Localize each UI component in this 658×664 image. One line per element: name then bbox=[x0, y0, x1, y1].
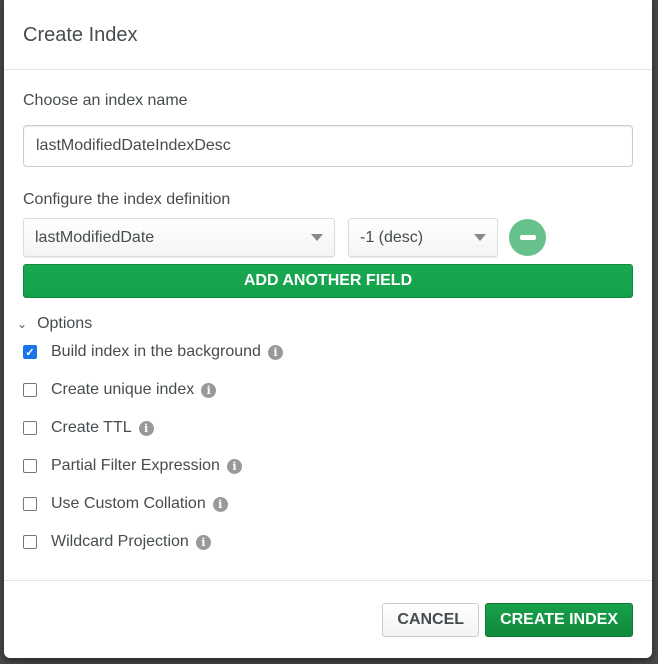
direction-value: -1 (desc) bbox=[360, 228, 424, 246]
info-icon[interactable]: i bbox=[138, 420, 154, 436]
info-icon[interactable]: i bbox=[195, 534, 211, 550]
option-label: Use Custom Collation bbox=[51, 495, 206, 512]
add-another-field-button[interactable]: ADD ANOTHER FIELD bbox=[23, 264, 633, 298]
dialog-title: Create Index bbox=[23, 24, 138, 46]
option-item: Create TTL i bbox=[23, 409, 633, 447]
option-label: Build index in the background bbox=[51, 343, 261, 360]
direction-select[interactable]: -1 (desc) bbox=[348, 218, 498, 257]
info-icon[interactable]: i bbox=[212, 496, 228, 512]
info-icon[interactable]: i bbox=[267, 344, 283, 360]
cancel-button[interactable]: CANCEL bbox=[382, 602, 480, 637]
index-name-input[interactable] bbox=[23, 125, 633, 167]
option-item: Create unique index i bbox=[23, 371, 633, 409]
option-checkbox[interactable] bbox=[23, 497, 37, 511]
option-item: Partial Filter Expression i bbox=[23, 447, 633, 485]
option-item: Use Custom Collation i bbox=[23, 485, 633, 523]
option-item: ✓ Build index in the background i bbox=[23, 333, 633, 371]
option-label: Create unique index bbox=[51, 381, 195, 398]
info-icon[interactable]: i bbox=[226, 458, 242, 474]
caret-down-icon bbox=[311, 234, 323, 241]
field-select[interactable]: lastModifiedDate bbox=[23, 218, 335, 257]
options-label: Options bbox=[37, 315, 93, 332]
remove-field-button[interactable] bbox=[509, 219, 546, 256]
minus-icon bbox=[519, 235, 536, 240]
option-item: Wildcard Projection i bbox=[23, 523, 633, 561]
field-value: lastModifiedDate bbox=[35, 228, 155, 246]
dialog-header: Create Index bbox=[4, 0, 652, 70]
index-name-label: Choose an index name bbox=[23, 92, 188, 109]
caret-down-icon bbox=[474, 234, 486, 241]
definition-label: Configure the index definition bbox=[23, 191, 231, 208]
info-icon[interactable]: i bbox=[201, 382, 217, 398]
option-label: Partial Filter Expression bbox=[51, 457, 220, 474]
options-toggle[interactable]: ⌄ Options bbox=[17, 315, 633, 333]
create-index-dialog: Create Index Choose an index name Config… bbox=[4, 0, 652, 658]
option-checkbox[interactable]: ✓ bbox=[23, 345, 37, 359]
option-checkbox[interactable] bbox=[23, 535, 37, 549]
create-index-button[interactable]: CREATE INDEX bbox=[485, 602, 633, 637]
option-label: Create TTL bbox=[51, 419, 132, 436]
option-label: Wildcard Projection bbox=[51, 533, 189, 550]
option-checkbox[interactable] bbox=[23, 459, 37, 473]
option-checkbox[interactable] bbox=[23, 421, 37, 435]
chevron-down-icon: ⌄ bbox=[17, 317, 28, 331]
option-checkbox[interactable] bbox=[23, 383, 37, 397]
